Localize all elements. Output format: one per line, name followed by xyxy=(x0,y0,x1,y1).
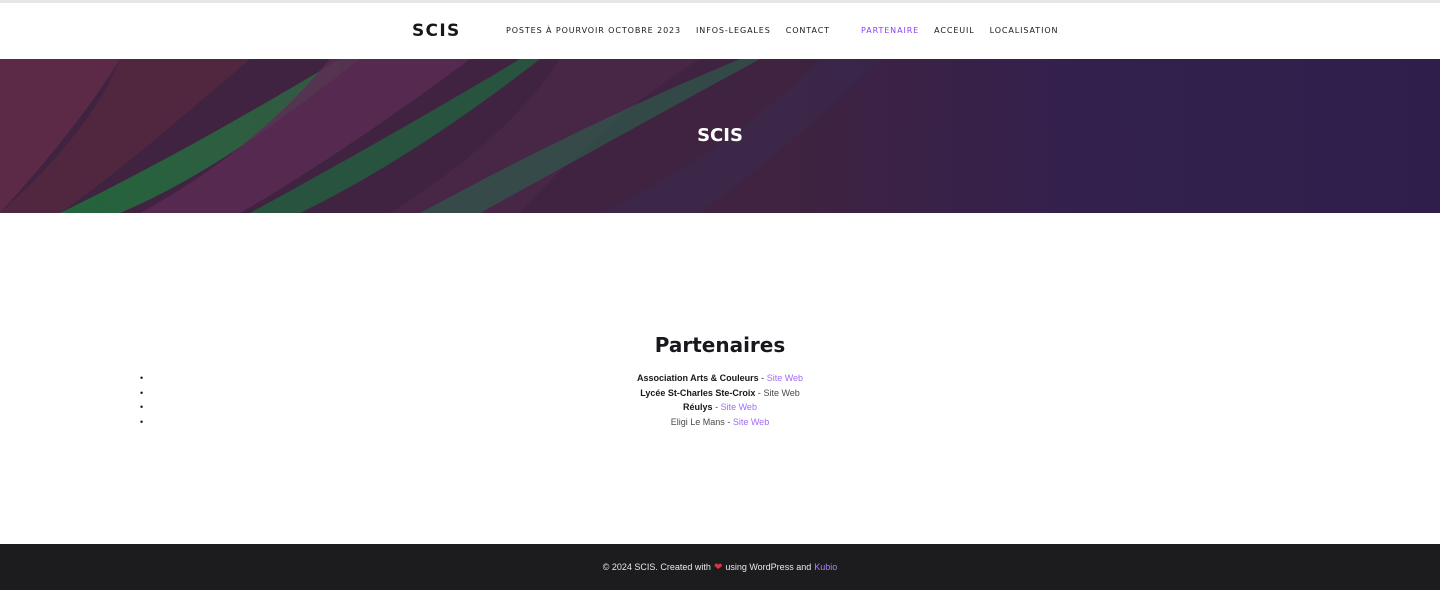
partner-name: Lycée St-Charles Ste-Croix xyxy=(640,387,756,398)
separator: - xyxy=(727,416,731,427)
list-item: • Association Arts & Couleurs - Site Web xyxy=(0,371,1440,386)
list-item: • Eligi Le Mans - Site Web xyxy=(0,415,1440,430)
partner-website-link[interactable]: Site Web xyxy=(767,373,803,383)
list-item: • Réulys - Site Web xyxy=(0,400,1440,415)
separator: - xyxy=(757,387,761,398)
page-heading: Partenaires xyxy=(654,333,786,357)
list-item: • Lycée St-Charles Ste-Croix - Site Web xyxy=(0,386,1440,401)
nav-item-localisation[interactable]: LOCALISATION xyxy=(990,26,1059,35)
partner-website-link[interactable]: Site Web xyxy=(763,388,799,398)
site-footer: © 2024 SCIS. Created with ❤ using WordPr… xyxy=(0,544,1440,590)
heart-icon: ❤ xyxy=(713,561,723,573)
hero-banner: SCIS xyxy=(0,59,1440,213)
list-bullet: • xyxy=(140,387,144,398)
nav-item-partenaire[interactable]: PARTENAIRE xyxy=(861,26,919,35)
nav-item-infos-legales[interactable]: INFOS-LEGALES xyxy=(696,26,771,35)
list-bullet: • xyxy=(140,373,144,383)
site-logo[interactable]: SCIS xyxy=(412,21,461,41)
main-content: Partenaires • Association Arts & Couleur… xyxy=(0,213,1440,544)
nav-item-postes[interactable]: POSTES À POURVOIR OCTOBRE 2023 xyxy=(506,26,681,35)
footer-credit-text: using WordPress and xyxy=(725,562,812,572)
separator: - xyxy=(715,402,719,413)
kubio-link[interactable]: Kubio xyxy=(814,562,837,572)
site-header: SCIS POSTES À POURVOIR OCTOBRE 2023 INFO… xyxy=(0,3,1440,59)
main-navigation: POSTES À POURVOIR OCTOBRE 2023 INFOS-LEG… xyxy=(506,26,1058,35)
partner-name: Association Arts & Couleurs xyxy=(636,373,759,383)
partner-name: Eligi Le Mans xyxy=(670,416,725,427)
separator: - xyxy=(761,373,765,383)
footer-copyright: © 2024 SCIS. Created with xyxy=(602,562,711,572)
nav-item-contact[interactable]: CONTACT xyxy=(786,26,830,35)
partners-list: • Association Arts & Couleurs - Site Web… xyxy=(0,371,1440,429)
nav-item-acceuil[interactable]: ACCEUIL xyxy=(934,26,975,35)
partner-website-link[interactable]: Site Web xyxy=(721,402,757,412)
partner-name: Réulys xyxy=(683,402,713,413)
partner-website-link[interactable]: Site Web xyxy=(733,417,769,427)
list-bullet: • xyxy=(140,416,144,427)
hero-title: SCIS xyxy=(697,125,743,146)
list-bullet: • xyxy=(140,402,144,413)
